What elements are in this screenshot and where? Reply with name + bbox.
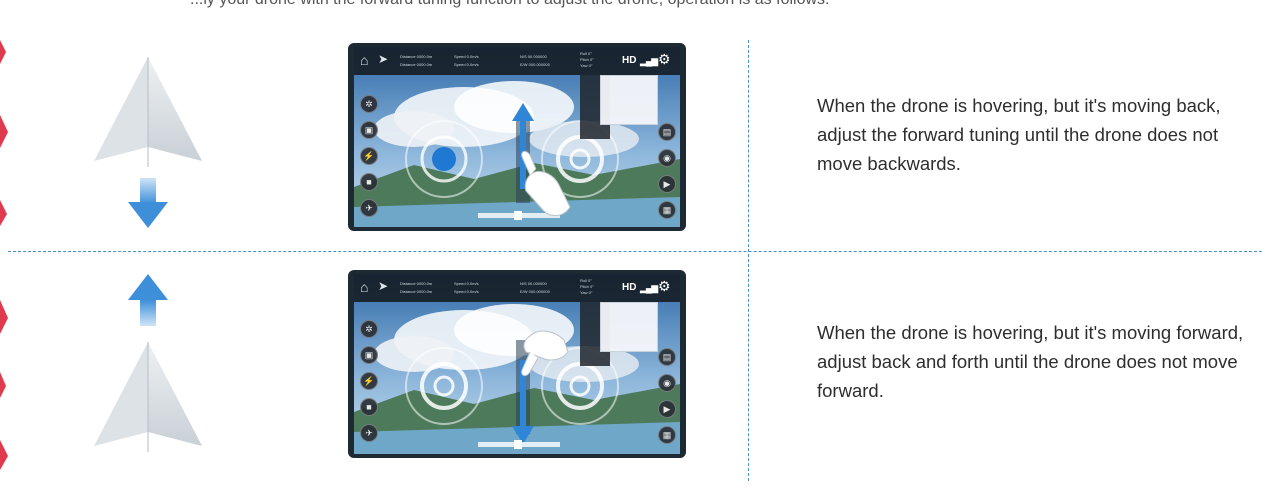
- flight-record-icon: ▤: [658, 123, 676, 141]
- app-status-bar: ⌂ ➤ Distance 0000.0m Distance 0000.0m Sp…: [354, 47, 680, 75]
- gyro-calibrate-icon: ✲: [360, 320, 378, 338]
- settings-gear-icon: ⚙: [658, 278, 671, 294]
- lock-icon: ■: [360, 398, 378, 416]
- intro-text: ...ly your drone with the forward tuning…: [190, 0, 1090, 11]
- arrow-down-icon: [126, 178, 170, 235]
- status-speed: Speed 0.0m/s: [454, 281, 479, 286]
- video-record-icon: ▶: [658, 400, 676, 418]
- app-screenshot-2: ⌂ ➤ Distance 0000.0m Distance 0000.0m Sp…: [348, 270, 686, 458]
- status-distance: Distance 0000.0m: [400, 289, 433, 294]
- gyro-calibrate-icon: ✲: [360, 95, 378, 113]
- mini-map: [600, 302, 658, 352]
- column-divider: [748, 40, 749, 481]
- status-speed: Speed 0.0m/s: [454, 289, 479, 294]
- home-icon: ⌂: [360, 52, 369, 68]
- speed-mode-icon: ⚡: [360, 147, 378, 165]
- gamepad-icon: ▣: [360, 346, 378, 364]
- status-attitude: Roll 0°: [580, 278, 592, 283]
- headless-mode-icon: ✈: [360, 199, 378, 217]
- hd-label: HD: [622, 55, 637, 66]
- navigation-arrow-icon: ➤: [378, 52, 389, 66]
- status-gps: E/W 000.000000: [520, 289, 550, 294]
- paper-plane-illustration: [92, 340, 204, 457]
- page-edge-decoration: [0, 0, 14, 481]
- gamepad-icon: ▣: [360, 121, 378, 139]
- signal-strength-icon: ▂▄▆: [640, 283, 658, 293]
- video-record-icon: ▶: [658, 175, 676, 193]
- status-gps: E/W 000.000000: [520, 62, 550, 67]
- instruction-text-forward: When the drone is hovering, but it's mov…: [817, 322, 1244, 401]
- status-attitude: Roll 0°: [580, 51, 592, 56]
- status-gps: N/S 00.000000: [520, 54, 547, 59]
- camera-icon: ◉: [658, 149, 676, 167]
- app-screenshot-1: ⌂ ➤ Distance 0000.0m Distance 0000.0m Sp…: [348, 43, 686, 231]
- status-attitude: Pitch 0°: [580, 284, 594, 289]
- status-distance: Distance 0000.0m: [400, 54, 433, 59]
- speed-mode-icon: ⚡: [360, 372, 378, 390]
- signal-strength-icon: ▂▄▆: [640, 56, 658, 66]
- status-speed: Speed 0.0m/s: [454, 62, 479, 67]
- instruction-text-back: When the drone is hovering, but it's mov…: [817, 95, 1221, 174]
- settings-gear-icon: ⚙: [658, 51, 671, 67]
- flight-record-icon: ▤: [658, 348, 676, 366]
- status-distance: Distance 0000.0m: [400, 281, 433, 286]
- gallery-icon: ▦: [658, 426, 676, 444]
- lock-icon: ■: [360, 173, 378, 191]
- status-attitude: Yaw 0°: [580, 63, 593, 68]
- app-status-bar: ⌂ ➤ Distance 0000.0m Distance 0000.0m Sp…: [354, 274, 680, 302]
- status-speed: Speed 0.0m/s: [454, 54, 479, 59]
- gallery-icon: ▦: [658, 201, 676, 219]
- navigation-arrow-icon: ➤: [378, 279, 389, 293]
- status-distance: Distance 0000.0m: [400, 62, 433, 67]
- status-attitude: Pitch 0°: [580, 57, 594, 62]
- camera-icon: ◉: [658, 374, 676, 392]
- paper-plane-illustration: [92, 55, 204, 172]
- mini-map: [600, 75, 658, 125]
- arrow-up-icon: [126, 274, 170, 331]
- row-divider: [8, 251, 1262, 252]
- status-attitude: Yaw 0°: [580, 290, 593, 295]
- hd-label: HD: [622, 282, 637, 293]
- home-icon: ⌂: [360, 279, 369, 295]
- status-gps: N/S 00.000000: [520, 281, 547, 286]
- headless-mode-icon: ✈: [360, 424, 378, 442]
